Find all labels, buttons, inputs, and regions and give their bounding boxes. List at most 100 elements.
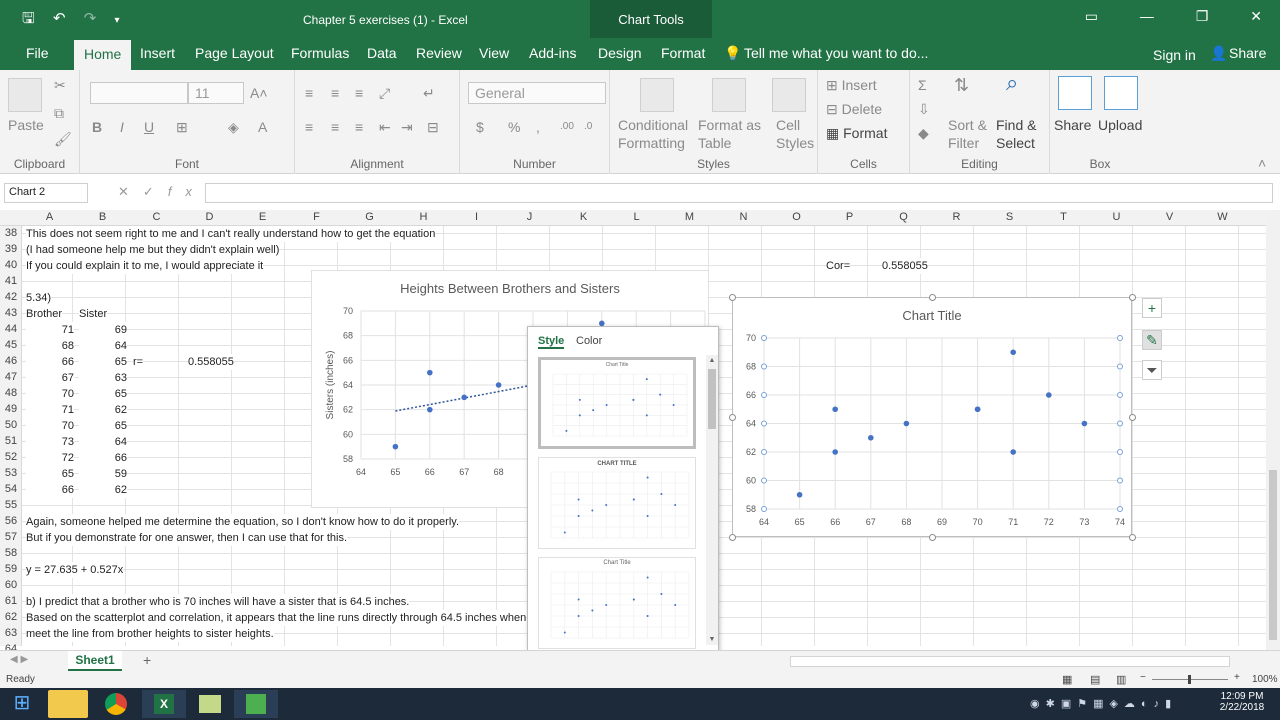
row-header[interactable]: 48 bbox=[0, 387, 22, 399]
insert-cells-button[interactable]: ⊞ Insert bbox=[826, 76, 877, 94]
sheet-tab-sheet1[interactable]: Sheet1 bbox=[68, 651, 122, 671]
close-icon[interactable]: ✕ bbox=[1250, 8, 1262, 24]
restore-icon[interactable]: ❐ bbox=[1196, 8, 1209, 24]
column-header[interactable]: C bbox=[130, 211, 183, 223]
autosum-icon[interactable]: Σ bbox=[918, 76, 927, 94]
chart-2-selected[interactable]: Chart Title 58 60 62 64 66 68 70 64 65 66 67 68 69 70… bbox=[729, 294, 1136, 541]
cell-a59[interactable]: y = 27.635 + 0.527x bbox=[26, 562, 124, 578]
cell-p40[interactable]: Cor= bbox=[826, 258, 851, 274]
resize-handle-ne[interactable] bbox=[1129, 294, 1136, 301]
row-header[interactable]: 38 bbox=[0, 227, 22, 239]
cell-sister[interactable]: 69 bbox=[79, 322, 127, 338]
tab-data[interactable]: Data bbox=[367, 45, 397, 61]
cell-brother[interactable]: 67 bbox=[26, 370, 74, 386]
cell-brother[interactable]: 68 bbox=[26, 338, 74, 354]
cell-a43[interactable]: Brother bbox=[26, 306, 63, 322]
sign-in-link[interactable]: Sign in bbox=[1153, 47, 1196, 63]
align-bottom-icon[interactable]: ≡ bbox=[355, 84, 363, 102]
zoom-out-icon[interactable]: − bbox=[1140, 672, 1146, 683]
borders-icon[interactable]: ⊞ bbox=[176, 118, 188, 136]
excel-taskbar-icon[interactable]: X bbox=[142, 690, 186, 718]
tab-view[interactable]: View bbox=[479, 45, 509, 61]
format-cells-button[interactable]: ▦ Format bbox=[826, 124, 887, 142]
row-header[interactable]: 40 bbox=[0, 259, 22, 271]
row-header[interactable]: 50 bbox=[0, 419, 22, 431]
number-format-box[interactable]: General bbox=[468, 82, 606, 104]
cell-a56[interactable]: Again, someone helped me determine the e… bbox=[26, 514, 459, 530]
increase-decimal-icon[interactable]: .00 bbox=[560, 118, 574, 136]
resize-handle-e[interactable] bbox=[1129, 414, 1136, 421]
cell-sister[interactable]: 65 bbox=[79, 354, 127, 370]
wrap-text-icon[interactable]: ↵ bbox=[423, 84, 435, 102]
column-header[interactable]: B bbox=[76, 211, 129, 223]
chart-elements-button[interactable]: + bbox=[1142, 298, 1162, 318]
sort-filter-button[interactable]: Sort & Filter bbox=[948, 116, 987, 152]
undo-icon[interactable]: ↶ bbox=[53, 10, 66, 27]
column-header[interactable]: J bbox=[503, 211, 556, 223]
clear-icon[interactable]: ◆ bbox=[918, 124, 929, 142]
copy-icon[interactable]: ⧉ bbox=[54, 104, 64, 122]
cell-c46[interactable]: r= bbox=[133, 354, 144, 370]
row-header[interactable]: 49 bbox=[0, 403, 22, 415]
bold-icon[interactable]: B bbox=[92, 118, 102, 136]
start-button[interactable]: ⊞ bbox=[2, 690, 42, 718]
tab-formulas[interactable]: Formulas bbox=[291, 45, 349, 61]
cell-a38[interactable]: This does not seem right to me and I can… bbox=[26, 226, 436, 242]
font-color-icon[interactable]: A bbox=[258, 118, 267, 136]
orientation-icon[interactable]: ⤢ bbox=[379, 84, 390, 102]
cell-brother[interactable]: 65 bbox=[26, 466, 74, 482]
sheet-nav-icon[interactable]: ◀ ▶ bbox=[10, 654, 28, 665]
resize-handle-sw[interactable] bbox=[729, 534, 736, 541]
cell-brother[interactable]: 66 bbox=[26, 482, 74, 498]
cell-styles-button[interactable]: Cell Styles bbox=[776, 116, 814, 152]
style-pane-scroll-thumb[interactable] bbox=[708, 369, 716, 429]
cell-b43[interactable]: Sister bbox=[79, 306, 108, 322]
row-header[interactable]: 53 bbox=[0, 467, 22, 479]
format-as-table-button[interactable]: Format as Table bbox=[698, 116, 761, 152]
align-right-icon[interactable]: ≡ bbox=[355, 118, 363, 136]
align-middle-icon[interactable]: ≡ bbox=[331, 84, 339, 102]
fx-icon[interactable]: fx bbox=[168, 184, 206, 199]
redo-icon[interactable]: ↷ bbox=[84, 10, 97, 27]
minimize-icon[interactable]: — bbox=[1140, 8, 1154, 24]
vertical-scroll-thumb[interactable] bbox=[1269, 470, 1277, 640]
cell-d46[interactable]: 0.558055 bbox=[188, 354, 234, 370]
scroll-down-icon[interactable]: ▼ bbox=[706, 636, 718, 643]
cell-sister[interactable]: 62 bbox=[79, 482, 127, 498]
style-pane-scrollbar[interactable]: ▲ ▼ bbox=[706, 355, 718, 645]
row-header[interactable]: 63 bbox=[0, 627, 22, 639]
app-taskbar-icon[interactable] bbox=[234, 690, 278, 718]
style-thumbnail-1[interactable]: Chart Title bbox=[538, 357, 696, 449]
tab-insert[interactable]: Insert bbox=[140, 45, 175, 61]
new-sheet-icon[interactable]: + bbox=[143, 652, 151, 668]
currency-icon[interactable]: $ bbox=[476, 118, 484, 136]
resize-handle-s[interactable] bbox=[929, 534, 936, 541]
page-break-view-icon[interactable]: ▥ bbox=[1116, 673, 1126, 686]
share-button[interactable]: Share bbox=[1229, 45, 1266, 61]
file-explorer-icon[interactable] bbox=[48, 690, 88, 718]
tab-chart-style[interactable]: Style bbox=[538, 335, 565, 349]
row-header[interactable]: 58 bbox=[0, 547, 22, 559]
row-header[interactable]: 55 bbox=[0, 499, 22, 511]
cell-brother[interactable]: 66 bbox=[26, 354, 74, 370]
cell-brother[interactable]: 70 bbox=[26, 418, 74, 434]
row-header[interactable]: 60 bbox=[0, 579, 22, 591]
scroll-up-icon[interactable]: ▲ bbox=[706, 357, 718, 364]
column-header[interactable]: E bbox=[236, 211, 289, 223]
resize-handle-se[interactable] bbox=[1129, 534, 1136, 541]
column-header[interactable]: K bbox=[557, 211, 610, 223]
column-header[interactable]: F bbox=[290, 211, 343, 223]
decrease-indent-icon[interactable]: ⇤ bbox=[379, 118, 391, 136]
zoom-level[interactable]: 100% bbox=[1252, 674, 1278, 685]
collapse-ribbon-icon[interactable]: ˄ bbox=[1258, 154, 1266, 172]
system-tray-icons[interactable]: ◉✱▣⚑▦◈☁◐♪▮ bbox=[1030, 697, 1177, 710]
decrease-decimal-icon[interactable]: .0 bbox=[584, 118, 592, 136]
column-header[interactable]: H bbox=[397, 211, 450, 223]
tab-format[interactable]: Format bbox=[661, 45, 705, 61]
cell-brother[interactable]: 70 bbox=[26, 386, 74, 402]
row-header[interactable]: 54 bbox=[0, 483, 22, 495]
normal-view-icon[interactable]: ▦ bbox=[1062, 673, 1072, 686]
column-header[interactable]: Q bbox=[877, 211, 930, 223]
cell-sister[interactable]: 59 bbox=[79, 466, 127, 482]
vertical-scrollbar[interactable] bbox=[1266, 210, 1280, 650]
